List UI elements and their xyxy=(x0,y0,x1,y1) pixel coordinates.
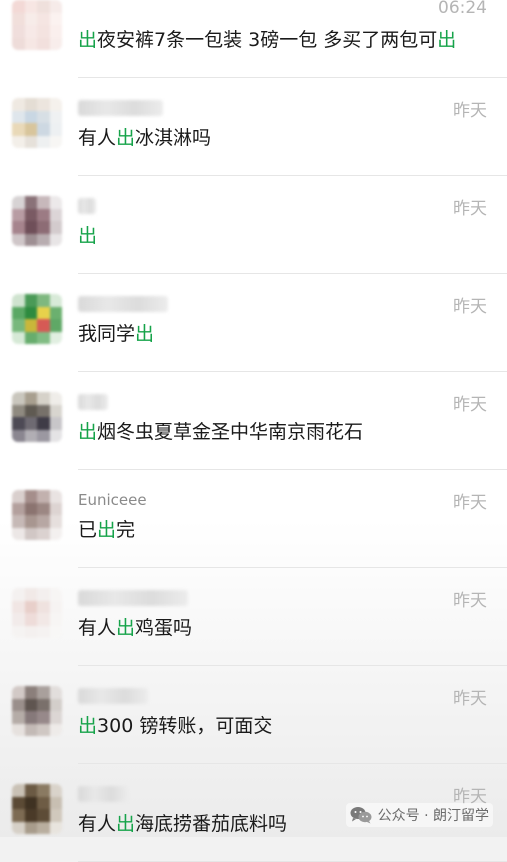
message-text: 出 xyxy=(78,222,97,250)
chat-row[interactable]: 昨天有人出鸡蛋吗 xyxy=(0,568,507,666)
keyword-highlight: 出 xyxy=(116,127,136,149)
chat-list: 06:24 出夜安裤7条一包装 3磅一包 多买了两包可出 昨天 有人出冰淇淋吗 昨天出昨… xyxy=(0,0,507,862)
message-text: 出夜安裤7条一包装 3磅一包 多买了两包可出 xyxy=(78,26,456,54)
avatar[interactable] xyxy=(12,784,62,834)
message-time: 昨天 xyxy=(453,199,487,219)
message-fragment: 冰淇淋吗 xyxy=(135,127,212,149)
message-fragment: 我同学 xyxy=(78,323,136,345)
message-fragment: 鸡蛋吗 xyxy=(135,617,193,639)
sender-name-blurred xyxy=(78,786,128,802)
sender-name-blurred xyxy=(78,198,96,214)
keyword-highlight: 出 xyxy=(135,323,155,345)
message-fragment: 夜安裤7条一包装 3磅一包 多买了两包可 xyxy=(97,29,438,51)
message-fragment: 完 xyxy=(116,519,136,541)
message-text: 出烟冬虫夏草金圣中华南京雨花石 xyxy=(78,418,363,446)
keyword-highlight: 出 xyxy=(78,29,98,51)
avatar[interactable] xyxy=(12,294,62,344)
message-text: 有人出鸡蛋吗 xyxy=(78,614,192,642)
keyword-highlight: 出 xyxy=(437,29,457,51)
chat-row[interactable]: 昨天有人出冰淇淋吗 xyxy=(0,78,507,176)
avatar[interactable] xyxy=(12,588,62,638)
message-time: 昨天 xyxy=(453,689,487,709)
keyword-highlight: 出 xyxy=(78,225,98,247)
sender-name-blurred xyxy=(78,688,148,704)
avatar[interactable] xyxy=(12,686,62,736)
message-time: 昨天 xyxy=(453,297,487,317)
wechat-icon xyxy=(350,806,372,824)
message-time: 昨天 xyxy=(453,101,487,121)
keyword-highlight: 出 xyxy=(78,715,98,737)
message-time: 昨天 xyxy=(453,591,487,611)
message-fragment: 烟冬虫夏草金圣中华南京雨花石 xyxy=(97,421,364,443)
sender-name-blurred xyxy=(78,590,188,606)
keyword-highlight: 出 xyxy=(78,421,98,443)
message-fragment: 有人 xyxy=(78,127,117,149)
sender-name-blurred xyxy=(78,394,108,410)
message-text: 我同学出 xyxy=(78,320,154,348)
message-text: 有人出冰淇淋吗 xyxy=(78,124,211,152)
chat-row[interactable]: 06:24 出夜安裤7条一包装 3磅一包 多买了两包可出 xyxy=(0,0,507,78)
message-text: 出300 镑转账，可面交 xyxy=(78,712,272,740)
message-fragment: 海底捞番茄底料吗 xyxy=(135,813,288,835)
avatar[interactable] xyxy=(12,98,62,148)
watermark-text: 公众号 · 朗汀留学 xyxy=(377,808,489,824)
message-time: 昨天 xyxy=(453,395,487,415)
avatar[interactable] xyxy=(12,392,62,442)
message-text: 已出完 xyxy=(78,516,135,544)
sender-name: Euniceee xyxy=(78,491,147,509)
chat-row[interactable]: 昨天出 xyxy=(0,176,507,274)
chat-row[interactable]: 昨天出烟冬虫夏草金圣中华南京雨花石 xyxy=(0,372,507,470)
sender-name-blurred xyxy=(78,100,163,116)
keyword-highlight: 出 xyxy=(116,813,136,835)
watermark: 公众号 · 朗汀留学 xyxy=(345,803,493,827)
chat-row[interactable]: Euniceee 昨天已出完 xyxy=(0,470,507,568)
message-fragment: 已 xyxy=(78,519,98,541)
message-time: 昨天 xyxy=(453,493,487,513)
message-text: 有人出海底捞番茄底料吗 xyxy=(78,810,287,838)
chat-row[interactable]: 昨天我同学出 xyxy=(0,274,507,372)
keyword-highlight: 出 xyxy=(97,519,117,541)
message-time: 06:24 xyxy=(438,0,487,18)
avatar[interactable] xyxy=(12,0,62,50)
keyword-highlight: 出 xyxy=(116,617,136,639)
sender-name-blurred xyxy=(78,296,168,312)
message-fragment: 300 镑转账，可面交 xyxy=(97,715,273,737)
avatar[interactable] xyxy=(12,196,62,246)
message-fragment: 有人 xyxy=(78,813,117,835)
avatar[interactable] xyxy=(12,490,62,540)
message-fragment: 有人 xyxy=(78,617,117,639)
chat-row[interactable]: 昨天出300 镑转账，可面交 xyxy=(0,666,507,764)
